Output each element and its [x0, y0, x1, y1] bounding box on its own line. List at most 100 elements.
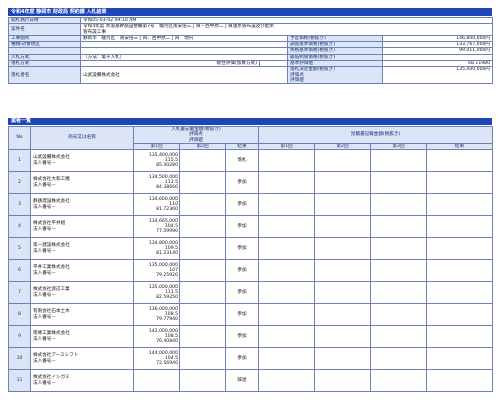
row-company: 株式会社イシガミ 法人番号－ — [30, 369, 134, 393]
row-bid-round2 — [179, 215, 226, 239]
value-name: 令和4年度 水道基幹施設整備第7号 駿河区南安倍三丁目・西中原二丁目送水管布設及… — [79, 23, 494, 36]
corporate-number: 法人番号－ — [33, 358, 56, 364]
row-bid-round2 — [179, 237, 226, 261]
row-bid-round2 — [179, 325, 226, 349]
row-re-round2 — [314, 237, 372, 261]
header-bid-value: 評価値 — [189, 137, 203, 143]
row-re-result — [426, 325, 494, 349]
row-re-round3 — [370, 171, 428, 195]
row-bid-round1: 144,000,000 104.5 72.56940 — [133, 347, 180, 371]
row-bid-round2 — [179, 259, 226, 283]
row-re-result — [426, 149, 494, 173]
row-bid-round1: 134,600,000 110 81.72360 — [133, 193, 180, 217]
header-company: 商号又は名称 — [30, 125, 134, 151]
row-bid-round2 — [179, 149, 226, 173]
row-re-result — [426, 259, 494, 283]
row-no: 7 — [8, 281, 31, 305]
row-no: 11 — [8, 369, 31, 393]
row-re-round1 — [258, 259, 316, 283]
row-no: 10 — [8, 347, 31, 371]
bid-value: 82.59250 — [156, 295, 178, 301]
row-bid-result: 参加 — [224, 347, 260, 371]
row-bid-result: 参加 — [224, 281, 260, 305]
row-no: 1 — [8, 149, 31, 173]
row-company: 静鉄建設株式会社 法人番号－ — [30, 193, 134, 217]
row-company: 株式会社渡辺工業 法人番号－ — [30, 281, 134, 305]
row-bid-round1: 134,665,000 104.5 77.59990 — [133, 215, 180, 239]
row-bid-result: 落札 — [224, 149, 260, 173]
row-company: 株式会社平井組 法人番号－ — [30, 215, 134, 239]
row-re-round3 — [370, 303, 428, 327]
row-company: 株式会社大和工機 法人番号－ — [30, 171, 134, 195]
corporate-number: 法人番号－ — [33, 270, 56, 276]
table-row: 11 株式会社イシガミ 法人番号－ 辞退 — [8, 369, 494, 393]
corporate-number: 法人番号－ — [33, 204, 56, 210]
row-bid-round2 — [179, 347, 226, 371]
row-no: 4 — [8, 215, 31, 239]
table-row: 1 山武設備株式会社 法人番号－ 135,400,000 115.5 85.30280 落札 — [8, 149, 494, 173]
row-re-result — [426, 303, 494, 327]
value-name-line2: 管布設工事 — [83, 29, 106, 35]
table-row: 3 静鉄建設株式会社 法人番号－ 134,600,000 110 81.72360 参加 — [8, 193, 494, 217]
row-re-round2 — [314, 149, 372, 173]
bid-value: 81.23140 — [156, 251, 178, 257]
row-bid-round2 — [179, 171, 226, 195]
row-bid-round1: 135,400,000 115.5 85.30280 — [133, 149, 180, 173]
row-re-round2 — [314, 171, 372, 195]
row-bid-result: 参加 — [224, 171, 260, 195]
row-re-result — [426, 281, 494, 305]
row-bid-result: 辞退 — [224, 369, 260, 393]
bid-value: 84.38660 — [156, 185, 178, 191]
corporate-number: 法人番号－ — [33, 160, 56, 166]
corporate-number: 法人番号－ — [33, 292, 56, 298]
row-bid-result: 参加 — [224, 259, 260, 283]
row-company: 第一建設株式会社 法人番号－ — [30, 237, 134, 261]
row-bid-round2 — [179, 193, 226, 217]
row-re-round3 — [370, 325, 428, 349]
project-info-table: 開札執行日時 令和05-03-02 09:10 AM 案件名 令和4年度 水道基… — [8, 16, 494, 85]
table-row: 2 株式会社大和工機 法人番号－ 134,500,000 113.5 84.38660 参加 — [8, 171, 494, 195]
row-re-round2 — [314, 215, 372, 239]
header-no: No — [8, 125, 31, 151]
bid-value: 79.77940 — [156, 317, 178, 323]
row-re-round2 — [314, 259, 372, 283]
row-bid-round1 — [133, 369, 180, 393]
row-re-round3 — [370, 259, 428, 283]
row-re-round3 — [370, 369, 428, 393]
corporate-number: 法人番号－ — [33, 182, 56, 188]
row-bid-round1: 135,000,000 107 79.25920 — [133, 259, 180, 283]
row-re-result — [426, 171, 494, 195]
bid-value: 77.59990 — [156, 229, 178, 235]
row-no: 2 — [8, 171, 31, 195]
bidders-section-title: 業者一覧 — [8, 118, 492, 125]
row-re-round1 — [258, 171, 316, 195]
table-row: 4 株式会社平井組 法人番号－ 134,665,000 104.5 77.59990 参加 — [8, 215, 494, 239]
page-title: 令和4年度 静岡市 財政局 契約課 入札結果 — [8, 8, 492, 16]
row-bid-result: 参加 — [224, 303, 260, 327]
row-re-result — [426, 347, 494, 371]
corporate-number: 法人番号－ — [33, 248, 56, 254]
bid-value: 79.25920 — [156, 273, 178, 279]
bidders-rows: 1 山武設備株式会社 法人番号－ 135,400,000 115.5 85.30280 落札… — [8, 149, 494, 393]
row-re-round3 — [370, 281, 428, 305]
table-row: 7 株式会社渡辺工業 法人番号－ 135,000,000 111.5 82.59250 参加 — [8, 281, 494, 305]
row-re-result — [426, 215, 494, 239]
row-no: 9 — [8, 325, 31, 349]
row-bid-round1: 142,000,000 108.5 76.40840 — [133, 325, 180, 349]
row-re-round3 — [370, 193, 428, 217]
row-re-round2 — [314, 193, 372, 217]
corporate-number: 法人番号－ — [33, 226, 56, 232]
bid-value: 85.30280 — [156, 163, 178, 169]
label-winvalue: 評価値 — [290, 78, 304, 84]
corporate-number: 法人番号－ — [33, 380, 56, 386]
row-re-round1 — [258, 149, 316, 173]
table-row: 8 有限会社石本土木 法人番号－ 136,000,000 108.5 79.77940 参加 — [8, 303, 494, 327]
row-bid-round1: 134,800,000 109.5 81.23140 — [133, 237, 180, 261]
row-re-result — [426, 193, 494, 217]
bidders-table: No 商号又は名称 入札書記載金額(税抜き) 評価点 評価値 見積書記載金額(税… — [8, 125, 494, 393]
row-re-round2 — [314, 347, 372, 371]
row-no: 5 — [8, 237, 31, 261]
row-re-round3 — [370, 149, 428, 173]
row-re-round1 — [258, 281, 316, 305]
row-no: 3 — [8, 193, 31, 217]
